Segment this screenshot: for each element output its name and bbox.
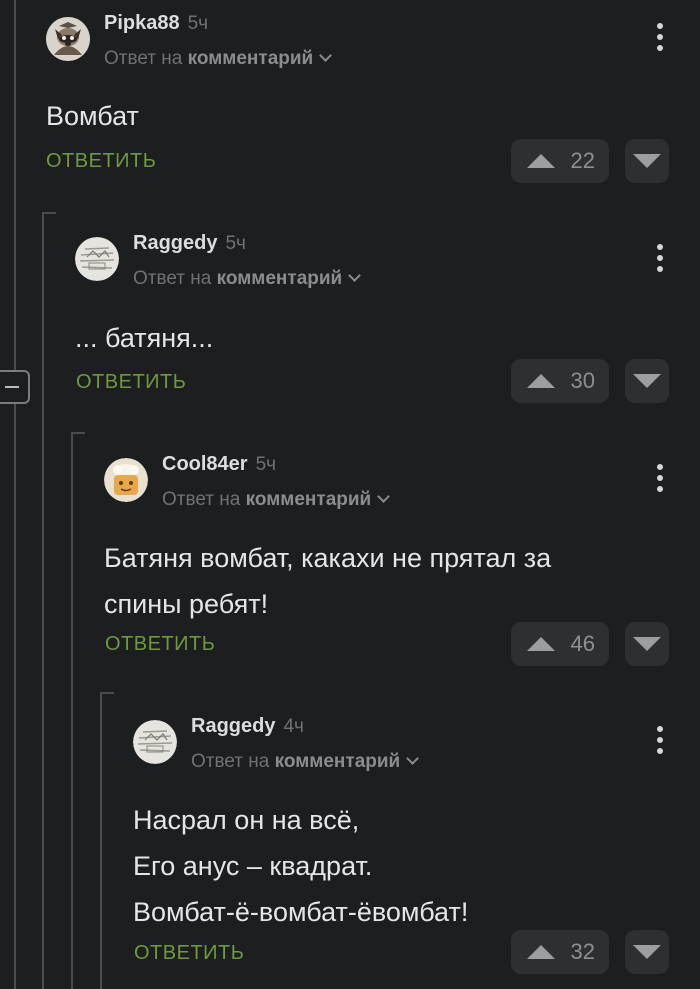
avatar[interactable] [133, 720, 177, 764]
comment-thread: Pipka88 5ч Ответ на комментарий Вомбат ОТ… [0, 0, 700, 989]
arrow-up-icon [527, 945, 555, 959]
rating-count: 32 [570, 939, 595, 964]
comment-time: 4ч [283, 716, 304, 737]
downvote-button[interactable] [625, 930, 669, 974]
comment: Raggedy 4ч Ответ на комментарий Насрал он… [0, 0, 700, 989]
more-vert-icon[interactable] [648, 723, 672, 757]
comment-text: Насрал он на всё, Его анус – квадрат. Во… [133, 805, 469, 927]
comment-author[interactable]: Raggedy 4ч [191, 715, 304, 738]
arrow-down-icon [633, 945, 661, 959]
reply-button[interactable]: ОТВЕТИТЬ [134, 942, 244, 965]
author-name[interactable]: Raggedy [191, 715, 275, 737]
reply-to-link[interactable]: Ответ на комментарий [191, 751, 420, 773]
upvote-button[interactable]: 32 [511, 930, 609, 974]
chevron-down-icon [406, 752, 420, 765]
sketch-avatar-icon [133, 720, 177, 764]
